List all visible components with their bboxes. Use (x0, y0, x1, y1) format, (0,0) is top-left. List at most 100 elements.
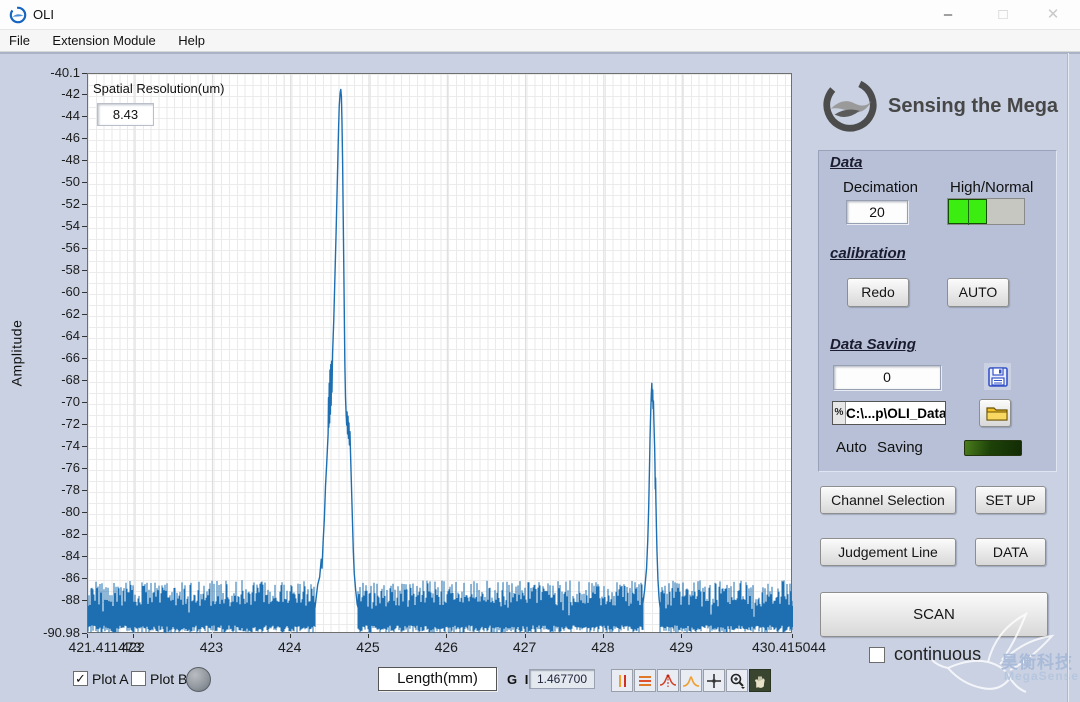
auto-button[interactable]: AUTO (947, 278, 1009, 307)
tick-label: -76 (61, 460, 80, 476)
data-button[interactable]: DATA (975, 538, 1046, 566)
horizontal-cursors-icon[interactable] (634, 669, 656, 692)
tick-mark (82, 292, 87, 294)
gi-value-field[interactable]: 1.467700 (529, 669, 595, 689)
tick-mark (82, 137, 87, 139)
plot-a-checkbox[interactable]: ✓ (73, 671, 88, 686)
app-logo-icon (9, 6, 27, 24)
tick-mark (82, 358, 87, 360)
folder-icon (986, 407, 1008, 421)
tick-label: 430.415044 (752, 639, 826, 655)
high-normal-slider[interactable] (947, 198, 1025, 225)
title-bar: OLI – □ ✕ (0, 0, 1080, 30)
save-button[interactable] (984, 363, 1011, 390)
length-units-selector[interactable]: Length(mm) (378, 667, 497, 691)
tick-label: -88 (61, 592, 80, 608)
tick-mark (82, 270, 87, 271)
tick-mark (82, 93, 87, 95)
peak-search-icon[interactable] (680, 669, 702, 692)
tick-mark (681, 634, 683, 638)
crosshair-icon[interactable] (703, 669, 725, 692)
peak-cursor-icon[interactable] (657, 669, 679, 692)
data-section-title: Data (830, 154, 863, 171)
channel-selection-button[interactable]: Channel Selection (820, 486, 956, 514)
tick-label: -54 (61, 217, 80, 233)
tick-mark (87, 634, 88, 638)
panel-divider (0, 52, 1080, 54)
signal-plot[interactable] (87, 73, 793, 634)
tick-label: -64 (61, 328, 80, 344)
tick-label: 424 (278, 639, 302, 655)
tick-mark (82, 203, 87, 205)
tick-label: -84 (61, 548, 80, 564)
maximize-button[interactable]: □ (980, 0, 1026, 30)
auto-saving-label: Auto Saving (836, 439, 923, 456)
tick-mark (602, 634, 604, 638)
plot-b-label: Plot B (150, 671, 188, 687)
tick-mark (82, 73, 87, 74)
zoom-icon[interactable] (726, 669, 748, 692)
floppy-disk-icon (987, 366, 1008, 387)
plot-b-checkbox[interactable] (131, 671, 146, 686)
close-button[interactable]: ✕ (1030, 0, 1076, 30)
save-path-field[interactable]: % C:\...p\OLI_Data (832, 401, 946, 425)
tick-label: -82 (61, 526, 80, 542)
spatial-resolution-label: Spatial Resolution(um) (93, 81, 225, 96)
vertical-cursors-icon[interactable] (611, 669, 633, 692)
tick-label: -50 (61, 173, 80, 189)
pan-icon[interactable] (749, 669, 771, 692)
tick-mark (82, 248, 87, 249)
tick-label: -68 (61, 372, 80, 388)
tick-label: 428 (591, 639, 615, 655)
brand-logo-icon (823, 78, 877, 132)
tick-mark (82, 402, 87, 404)
path-type-icon: % (833, 402, 846, 424)
close-icon: ✕ (1046, 6, 1060, 23)
menu-extension-module[interactable]: Extension Module (43, 30, 164, 51)
minimize-button[interactable]: – (925, 0, 971, 30)
status-knob[interactable] (186, 667, 211, 692)
tick-mark (792, 634, 793, 638)
tick-label: -56 (61, 240, 80, 255)
window-title: OLI (33, 7, 54, 22)
judgement-line-button[interactable]: Judgement Line (820, 538, 956, 566)
decimation-field[interactable]: 20 (846, 200, 908, 224)
browse-folder-button[interactable] (979, 399, 1011, 427)
tick-mark (289, 634, 291, 638)
scan-button[interactable]: SCAN (820, 592, 1048, 637)
tick-label: -42 (61, 85, 80, 101)
y-axis-title: Amplitude (8, 319, 25, 387)
tick-mark (82, 490, 87, 492)
panel-right-edge (1067, 53, 1069, 702)
tick-label: 425 (356, 639, 380, 655)
tick-mark (82, 512, 87, 514)
tick-label: -60 (61, 284, 80, 300)
tick-label: -74 (61, 438, 80, 454)
tick-label: -58 (61, 262, 80, 277)
tick-mark (82, 600, 87, 602)
redo-button[interactable]: Redo (847, 278, 909, 307)
tick-label: 423 (199, 639, 224, 655)
tick-label: -86 (61, 570, 80, 586)
continuous-checkbox[interactable] (869, 647, 885, 663)
auto-saving-led[interactable] (964, 440, 1022, 456)
setup-button[interactable]: SET UP (975, 486, 1046, 514)
plot-a-label: Plot A (92, 671, 129, 687)
tick-mark (524, 634, 526, 638)
tick-mark (133, 634, 135, 638)
tick-mark (82, 556, 87, 558)
menu-help[interactable]: Help (169, 30, 214, 51)
menu-file[interactable]: File (0, 30, 39, 51)
tick-mark (82, 159, 87, 161)
save-counter-field[interactable]: 0 (833, 365, 941, 390)
tick-label: 427 (512, 639, 537, 655)
tick-mark (82, 468, 87, 470)
high-normal-label: High/Normal (950, 179, 1034, 196)
tick-mark (82, 115, 87, 117)
tick-label: -62 (61, 306, 80, 322)
tick-label: -48 (61, 151, 80, 167)
tick-label: -80 (61, 504, 80, 520)
tick-mark (82, 181, 87, 183)
tick-mark (82, 446, 87, 448)
tick-label: -78 (61, 482, 80, 498)
